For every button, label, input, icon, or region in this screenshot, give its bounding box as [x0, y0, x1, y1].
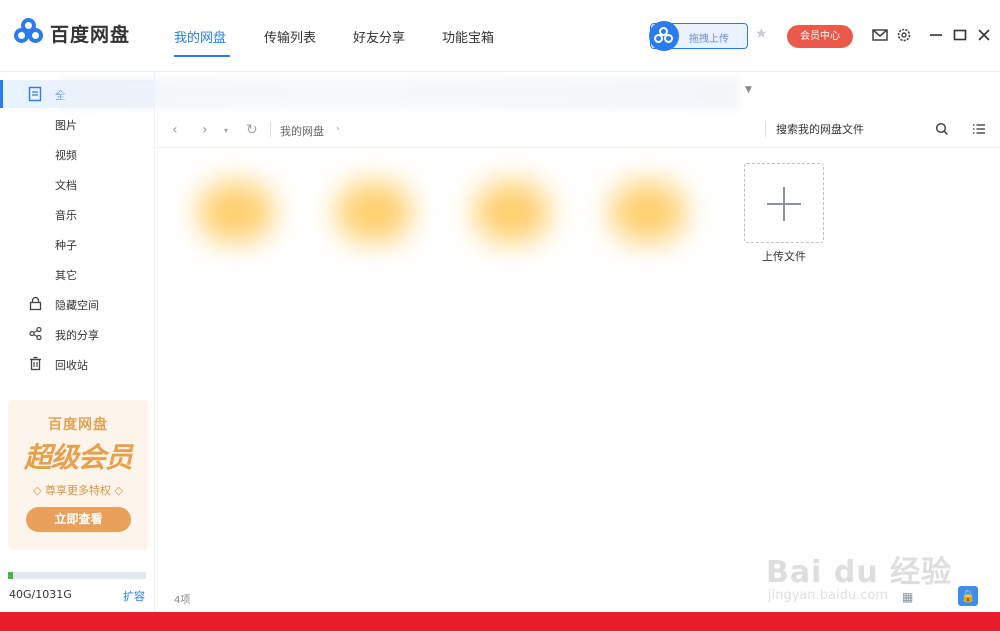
cloud-logo-icon — [12, 18, 46, 48]
toolbar-divider — [270, 121, 271, 137]
breadcrumb[interactable]: 我的网盘 — [280, 123, 324, 139]
storage-quota-bar — [8, 572, 146, 579]
breadcrumb-chevron-icon: › — [336, 124, 340, 134]
baidu-jingyan-watermark: Bai du 经验 jingyan.baidu.com — [766, 525, 956, 610]
sidebar-item-label: 隐藏空间 — [55, 299, 99, 312]
drag-upload-label: 拖拽上传 — [689, 34, 729, 45]
promo-title: 超级会员 — [23, 441, 133, 474]
gear-icon[interactable] — [895, 26, 913, 44]
watermark-main: Bai du 经验 — [766, 555, 953, 590]
mail-icon[interactable] — [871, 26, 889, 44]
list-view-icon[interactable] — [972, 122, 986, 136]
lock-icon — [29, 296, 42, 311]
sidebar-item-others[interactable]: 其它 — [55, 267, 77, 283]
storage-quota-text: 40G/1031G — [9, 588, 72, 601]
view-now-button[interactable]: 立即查看 — [26, 507, 131, 532]
minimize-icon[interactable] — [927, 26, 945, 44]
tab-toolbox[interactable]: 功能宝箱 — [442, 27, 494, 46]
folder-item[interactable] — [176, 160, 296, 270]
back-icon[interactable]: ‹ — [172, 122, 178, 138]
folder-icon — [336, 182, 412, 242]
folder-item[interactable] — [314, 160, 434, 270]
trash-icon — [30, 356, 41, 371]
sidebar-item-label: 回收站 — [55, 359, 88, 372]
item-count: 4项 — [174, 595, 191, 606]
share-icon — [29, 326, 42, 341]
sidebar: 全 图片 视频 文档 音乐 种子 其它 隐藏空间 我的分享 回收站 — [0, 72, 155, 612]
storage-quota-fill — [8, 572, 14, 579]
forward-icon[interactable]: › — [202, 122, 208, 138]
search-input[interactable] — [776, 118, 926, 140]
folder-item[interactable] — [588, 160, 708, 270]
chevron-down-icon[interactable]: ▼ — [745, 85, 752, 95]
upload-file-tile[interactable] — [744, 163, 824, 243]
folder-icon — [610, 182, 686, 242]
close-icon[interactable] — [975, 26, 993, 44]
top-bar: 百度网盘 我的网盘 传输列表 好友分享 功能宝箱 拖拽上传 ★ 会员中心 — [0, 0, 1000, 72]
lock-icon[interactable]: 🔒 — [958, 586, 978, 606]
folder-icon — [474, 182, 550, 242]
cloud-icon — [649, 21, 679, 51]
sidebar-item-music[interactable]: 音乐 — [55, 207, 77, 223]
svip-promo-banner[interactable]: 百度网盘 超级会员 ◇ 尊享更多特权 ◇ 立即查看 — [8, 400, 148, 550]
document-icon — [28, 86, 42, 102]
drag-upload-button[interactable]: 拖拽上传 — [649, 21, 748, 51]
folder-icon — [198, 182, 274, 242]
app-logo[interactable]: 百度网盘 — [12, 18, 130, 48]
sidebar-item-documents[interactable]: 文档 — [55, 177, 77, 193]
tab-my-disk[interactable]: 我的网盘 — [174, 27, 226, 46]
sidebar-item-videos[interactable]: 视频 — [55, 147, 77, 163]
promo-brand: 百度网盘 — [48, 417, 108, 433]
refresh-icon[interactable]: ↻ — [246, 122, 258, 138]
active-tab-indicator — [174, 55, 230, 57]
bottom-red-bar — [0, 612, 1000, 631]
search-divider — [765, 121, 766, 137]
sidebar-item-images[interactable]: 图片 — [55, 117, 77, 133]
vip-center-button[interactable]: 会员中心 — [787, 25, 853, 48]
search-icon[interactable] — [935, 122, 949, 136]
sidebar-item-torrents[interactable]: 种子 — [55, 237, 77, 253]
vip-star-icon[interactable]: ★ — [755, 26, 768, 42]
tab-transfer-list[interactable]: 传输列表 — [264, 27, 316, 46]
plus-icon — [783, 187, 785, 221]
upload-file-label: 上传文件 — [762, 250, 806, 263]
promo-subtitle: ◇ 尊享更多特权 ◇ — [33, 484, 123, 497]
file-toolbar: ‹ › ▾ ↻ 我的网盘 › — [156, 110, 1000, 148]
sidebar-item-label: 我的分享 — [55, 329, 99, 342]
app-name: 百度网盘 — [50, 23, 131, 46]
expand-storage-link[interactable]: 扩容 — [123, 588, 145, 604]
watermark-url: jingyan.baidu.com — [768, 588, 888, 603]
history-dropdown-icon[interactable]: ▾ — [224, 126, 228, 135]
folder-item[interactable] — [452, 160, 572, 270]
maximize-icon[interactable] — [951, 26, 969, 44]
tab-friend-share[interactable]: 好友分享 — [353, 27, 405, 46]
blurred-region — [60, 78, 740, 110]
